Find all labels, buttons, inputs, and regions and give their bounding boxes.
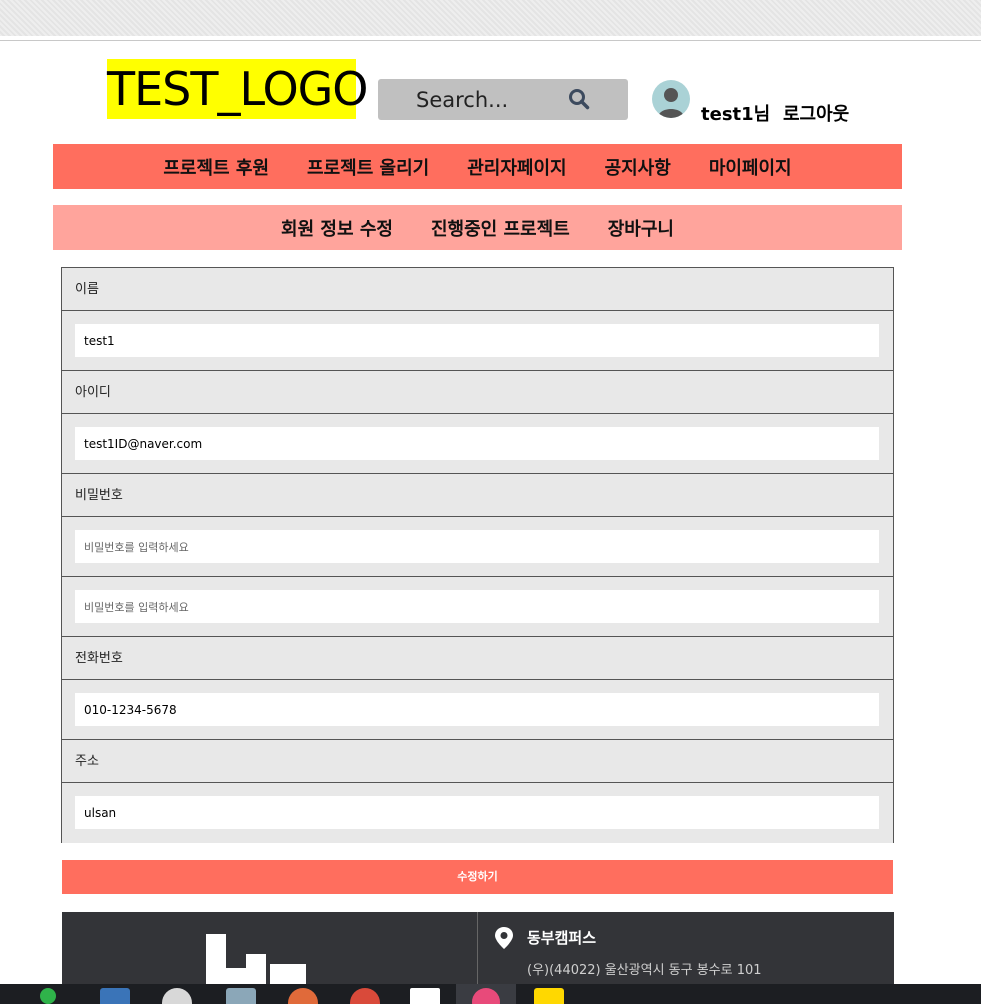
name-field[interactable] (75, 324, 879, 357)
user-icon (658, 88, 684, 118)
taskbar-app-icon[interactable] (534, 988, 564, 1004)
main-nav: 프로젝트 후원 프로젝트 올리기 관리자페이지 공지사항 마이페이지 (53, 144, 902, 189)
subnav-item-ongoing-projects[interactable]: 진행중인 프로젝트 (431, 215, 570, 241)
taskbar-browser-icon[interactable] (350, 988, 380, 1004)
footer-divider (477, 912, 478, 984)
phone-label: 전화번호 (62, 637, 893, 680)
address-field[interactable] (75, 796, 879, 829)
subnav-item-edit-profile[interactable]: 회원 정보 수정 (281, 215, 393, 241)
name-label: 이름 (62, 268, 893, 311)
name-row (62, 311, 893, 371)
submit-button[interactable]: 수정하기 (62, 860, 893, 894)
id-label: 아이디 (62, 371, 893, 414)
password-confirm-field[interactable] (75, 590, 879, 623)
site-logo[interactable]: TEST_LOGO (107, 59, 369, 119)
location-pin-icon (495, 927, 513, 949)
password-confirm-row (62, 577, 893, 637)
profile-form: 이름 아이디 비밀번호 전화번호 주소 (61, 267, 894, 843)
campus-name: 동부캠퍼스 (527, 929, 597, 947)
search-bar[interactable]: Search... (378, 79, 628, 120)
address-label: 주소 (62, 740, 893, 783)
password-field[interactable] (75, 530, 879, 563)
taskbar-app-icon[interactable] (410, 988, 440, 1004)
address-row (62, 783, 893, 843)
nav-item-project-support[interactable]: 프로젝트 후원 (163, 154, 269, 180)
nav-item-notice[interactable]: 공지사항 (605, 154, 671, 180)
id-row (62, 414, 893, 474)
taskbar-active-item[interactable] (456, 984, 516, 1004)
divider (0, 40, 981, 41)
campus-address: (우)(44022) 울산광역시 동구 봉수로 101 (527, 963, 762, 978)
avatar (652, 80, 690, 118)
subnav-item-cart[interactable]: 장바구니 (608, 215, 674, 241)
search-icon[interactable] (568, 88, 590, 110)
nav-item-mypage[interactable]: 마이페이지 (709, 154, 792, 180)
password-label: 비밀번호 (62, 474, 893, 517)
user-name: test1님 (701, 104, 771, 125)
logout-link[interactable]: 로그아웃 (783, 100, 849, 126)
phone-field[interactable] (75, 693, 879, 726)
taskbar-app-icon[interactable] (288, 988, 318, 1004)
password-row (62, 517, 893, 577)
browser-toolbar (0, 0, 981, 36)
footer: 동부캠퍼스 (우)(44022) 울산광역시 동구 봉수로 101 (62, 912, 894, 984)
taskbar-app-icon[interactable] (100, 988, 130, 1004)
taskbar-settings-icon[interactable] (162, 988, 192, 1004)
taskbar-app-icon (472, 988, 500, 1004)
id-field[interactable] (75, 427, 879, 460)
nav-item-project-upload[interactable]: 프로젝트 올리기 (307, 154, 429, 180)
taskbar-app-icon[interactable] (40, 988, 56, 1004)
footer-logo-icon (206, 934, 306, 984)
taskbar (0, 984, 981, 1004)
search-input[interactable]: Search... (416, 88, 508, 112)
nav-item-admin[interactable]: 관리자페이지 (467, 154, 566, 180)
sub-nav: 회원 정보 수정 진행중인 프로젝트 장바구니 (53, 205, 902, 250)
taskbar-app-icon[interactable] (226, 988, 256, 1004)
phone-row (62, 680, 893, 740)
